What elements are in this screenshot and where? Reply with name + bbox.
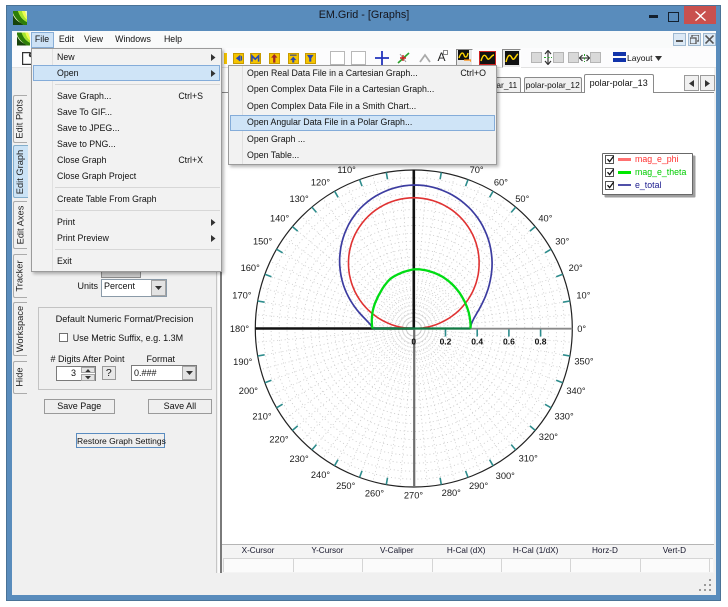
svg-text:180°: 180° xyxy=(230,324,250,334)
svg-text:0°: 0° xyxy=(577,324,586,334)
svg-text:240°: 240° xyxy=(311,470,331,480)
svg-text:110°: 110° xyxy=(337,165,356,175)
svg-text:270°: 270° xyxy=(404,490,424,500)
svg-text:170°: 170° xyxy=(232,290,252,300)
svg-text:30°: 30° xyxy=(555,236,569,246)
svg-text:50°: 50° xyxy=(515,194,529,204)
svg-text:300°: 300° xyxy=(496,471,516,481)
svg-text:140°: 140° xyxy=(270,214,290,224)
svg-text:60°: 60° xyxy=(494,178,508,188)
svg-text:340°: 340° xyxy=(566,386,586,396)
svg-text:250°: 250° xyxy=(336,481,356,491)
svg-text:230°: 230° xyxy=(289,454,309,464)
svg-text:20°: 20° xyxy=(569,263,583,273)
svg-text:320°: 320° xyxy=(539,432,559,442)
svg-text:0.6: 0.6 xyxy=(503,336,515,346)
svg-text:280°: 280° xyxy=(442,488,462,498)
svg-text:40°: 40° xyxy=(538,214,552,224)
svg-text:220°: 220° xyxy=(269,434,289,444)
svg-text:0: 0 xyxy=(411,336,416,346)
svg-text:350°: 350° xyxy=(574,357,594,367)
svg-text:0.8: 0.8 xyxy=(535,336,547,346)
svg-text:210°: 210° xyxy=(252,412,272,422)
svg-text:0.4: 0.4 xyxy=(471,336,483,346)
svg-text:310°: 310° xyxy=(519,454,539,464)
svg-text:200°: 200° xyxy=(239,386,259,396)
svg-text:10°: 10° xyxy=(576,290,590,300)
svg-text:260°: 260° xyxy=(365,489,385,499)
svg-text:120°: 120° xyxy=(311,178,331,188)
svg-text:160°: 160° xyxy=(241,263,261,273)
svg-text:150°: 150° xyxy=(253,236,273,246)
svg-text:290°: 290° xyxy=(469,481,489,491)
svg-text:190°: 190° xyxy=(233,357,253,367)
svg-text:0.2: 0.2 xyxy=(440,336,452,346)
svg-text:330°: 330° xyxy=(554,412,574,422)
svg-text:70°: 70° xyxy=(470,165,484,175)
svg-text:130°: 130° xyxy=(289,194,309,204)
